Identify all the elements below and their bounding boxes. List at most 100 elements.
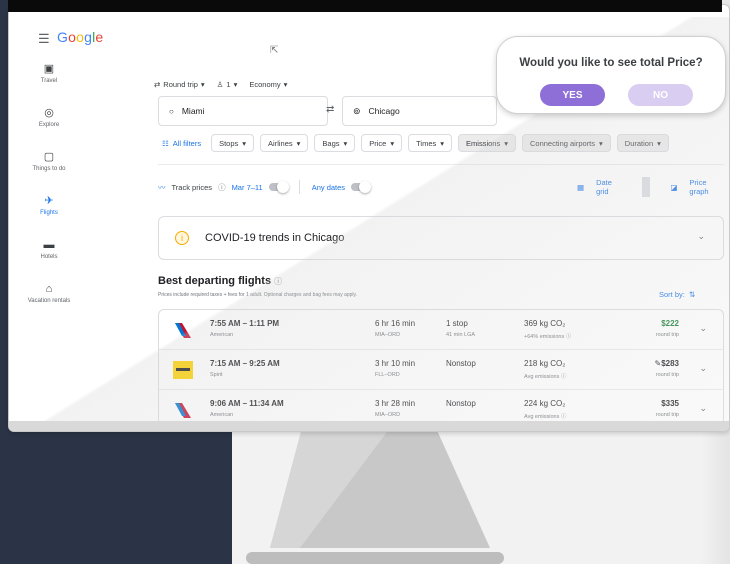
sort-label: Sort by: — [659, 290, 685, 299]
sort-icon: ⇅ — [689, 290, 696, 299]
person-icon: ♙ — [216, 79, 224, 89]
trend-icon: 〰 — [158, 182, 166, 192]
sort-by-button[interactable]: Sort by: ⇅ — [659, 290, 695, 299]
filter-label: All filters — [172, 138, 202, 148]
section-subtitle: Prices include required taxes + fees for… — [158, 292, 358, 298]
divider — [158, 164, 724, 165]
filter-price[interactable]: Price ▾ — [361, 134, 403, 152]
chevron-down-icon[interactable]: ⌄ — [697, 231, 705, 242]
filter-label: Price — [369, 138, 387, 148]
flight-route: MIA–ORD — [375, 412, 401, 418]
monitor-top-bar — [8, 0, 722, 12]
destination-field[interactable]: ⊚ Chicago — [342, 96, 497, 126]
flight-times: 9:06 AM – 11:34 AM — [210, 399, 284, 408]
filters-icon: ☷ — [162, 138, 169, 148]
sidebar-item-vacation-rentals[interactable]: ⌂ Vacation rentals — [19, 283, 79, 304]
chevron-down-icon[interactable]: ⌄ — [699, 403, 707, 414]
trip-type-select[interactable]: ⇄ Round trip ▾ — [154, 80, 205, 89]
sidebar-item-explore[interactable]: ◎ Explore — [19, 107, 79, 128]
section-title-text: Best departing flights — [158, 275, 272, 287]
flight-co2: 218 kg CO₂ — [524, 359, 566, 368]
track-prices-row: 〰 Track prices ⓘ Mar 7–11 Any dates — [158, 180, 372, 194]
sidebar-item-label: Flights — [40, 210, 58, 216]
filter-bags[interactable]: Bags ▾ — [314, 134, 356, 152]
stand-base — [246, 552, 504, 564]
filter-label: Stops — [219, 138, 239, 148]
flight-emissions: +64% emissions ⓘ — [524, 334, 572, 340]
filter-stops[interactable]: Stops ▾ — [211, 134, 255, 152]
cabin-label: Economy — [249, 79, 281, 89]
sidebar-item-label: Travel — [40, 78, 58, 84]
american-airlines-logo — [175, 323, 191, 338]
warning-info-icon: i — [175, 231, 189, 245]
passengers-select[interactable]: ♙ 1 ▾ — [217, 80, 238, 89]
covid-text: COVID-19 trends in Chicago — [205, 232, 345, 244]
filter-label: Times — [416, 138, 437, 148]
section-title: Best departing flights ⓘ — [158, 275, 282, 287]
sidebar-item-travel[interactable]: ▣ Travel — [19, 63, 79, 84]
chevron-down-icon: ▾ — [504, 138, 508, 148]
info-icon: ⓘ — [218, 182, 226, 192]
flight-carrier: American — [210, 332, 234, 338]
flight-emissions: Avg emissions ⓘ — [524, 414, 567, 420]
filter-airlines[interactable]: Airlines ▾ — [260, 134, 309, 152]
vacation-rentals-icon: ⌂ — [45, 283, 53, 295]
sidebar-item-label: Hotels — [40, 254, 58, 260]
menu-icon[interactable]: ☰ — [38, 31, 50, 47]
chevron-down-icon[interactable]: ⌄ — [699, 363, 707, 374]
popup-question: Would you like to see total Price? — [519, 57, 703, 69]
chevron-down-icon: ▾ — [296, 138, 301, 148]
filter-times[interactable]: Times ▾ — [408, 134, 453, 152]
all-filters-button[interactable]: ☷ All filters — [158, 134, 206, 152]
swap-route-icon[interactable]: ⇄ — [326, 104, 334, 115]
flight-route: MIA–ORD — [375, 332, 401, 338]
flight-price: $222 — [661, 319, 679, 328]
yes-button[interactable]: YES — [540, 84, 605, 106]
monitor: ☰ Google ⇱ ▣ Travel ◎ Explore ▢ Things t… — [8, 4, 730, 432]
flight-stops: Nonstop — [446, 399, 476, 408]
chevron-down-icon: ▾ — [283, 79, 288, 89]
screen: ☰ Google ⇱ ▣ Travel ◎ Explore ▢ Things t… — [9, 17, 729, 423]
date-grid-button[interactable]: ▦ Date grid — [569, 177, 630, 197]
hotels-icon: ▬ — [43, 239, 55, 251]
flight-row[interactable]: 7:15 AM – 9:25 AM Spirit 3 hr 10 min FLL… — [159, 350, 723, 390]
chevron-down-icon[interactable]: ⌄ — [699, 323, 707, 334]
price-graph-button[interactable]: ◪ Price graph — [662, 177, 729, 197]
google-logo[interactable]: Google — [57, 29, 103, 45]
track-prices-label: Track prices — [171, 182, 213, 192]
no-button[interactable]: NO — [628, 84, 693, 106]
travel-icon: ▣ — [43, 63, 55, 75]
covid-card[interactable]: i COVID-19 trends in Chicago ⌄ — [158, 216, 724, 260]
flight-duration: 6 hr 16 min — [375, 319, 416, 328]
track-dates: Mar 7–11 — [231, 182, 263, 192]
chevron-down-icon: ▾ — [242, 138, 247, 148]
track-prices-toggle[interactable] — [268, 181, 289, 193]
info-icon[interactable]: ⓘ — [274, 277, 282, 286]
sidebar-item-flights[interactable]: ✈ Flights — [19, 195, 79, 216]
sidebar-item-things-to-do[interactable]: ▢ Things to do — [19, 151, 79, 172]
filter-emissions[interactable]: Emissions ▾ — [458, 134, 516, 152]
flight-row[interactable]: 9:06 AM – 11:34 AM American 3 hr 28 min … — [159, 390, 723, 423]
flights-icon: ✈ — [44, 195, 54, 207]
filter-connecting-airports[interactable]: Connecting airports ▾ — [521, 134, 611, 152]
chevron-down-icon: ▾ — [343, 138, 348, 148]
location-pin-icon: ⊚ — [353, 105, 361, 116]
flight-price: $335 — [661, 399, 679, 408]
filter-label: Connecting airports — [529, 138, 596, 148]
any-dates-toggle[interactable] — [351, 181, 372, 193]
any-dates-label: Any dates — [311, 182, 346, 192]
flight-price-note: round trip — [655, 332, 679, 338]
filter-label: Bags — [322, 138, 340, 148]
flight-list: 7:55 AM – 1:11 PM American 6 hr 16 min M… — [158, 309, 724, 423]
cabin-select[interactable]: Economy ▾ — [249, 80, 287, 89]
filter-duration[interactable]: Duration ▾ — [616, 134, 669, 152]
origin-circle-icon: ○ — [169, 106, 174, 116]
flight-price: $283 — [661, 359, 679, 368]
sidebar-item-hotels[interactable]: ▬ Hotels — [19, 239, 79, 260]
flight-row[interactable]: 7:55 AM – 1:11 PM American 6 hr 16 min M… — [159, 310, 723, 350]
spirit-airlines-logo — [173, 361, 193, 379]
origin-field[interactable]: ○ Miami — [158, 96, 328, 126]
flight-layover: 41 min LGA — [446, 332, 476, 338]
flight-carrier: Spirit — [210, 372, 223, 378]
flight-co2: 224 kg CO₂ — [524, 399, 566, 408]
